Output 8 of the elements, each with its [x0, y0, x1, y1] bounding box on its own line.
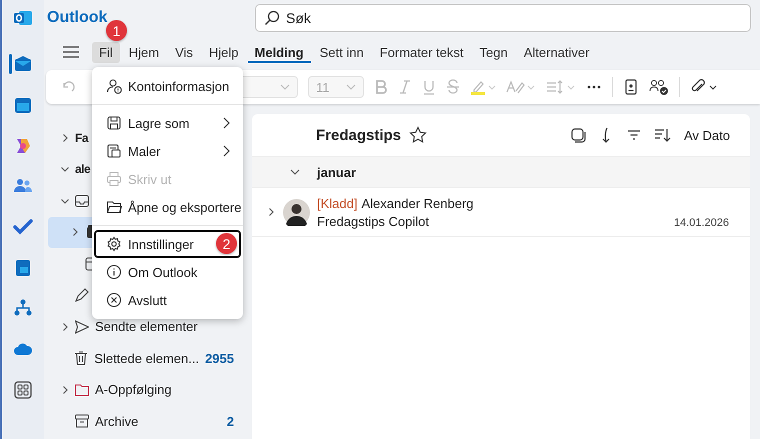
folder-title: Fredagstips — [316, 126, 402, 144]
message-subject: Fredagstips Copilot — [317, 214, 429, 228]
step-badge: 1 — [106, 20, 127, 41]
step-badge: 2 — [216, 233, 237, 254]
sender-name: Alexander Renberg — [361, 196, 474, 210]
message-date: 14.01.2026 — [674, 216, 729, 228]
app-title: Outlook — [47, 9, 108, 27]
draft-label: [Kladd] — [317, 196, 358, 210]
